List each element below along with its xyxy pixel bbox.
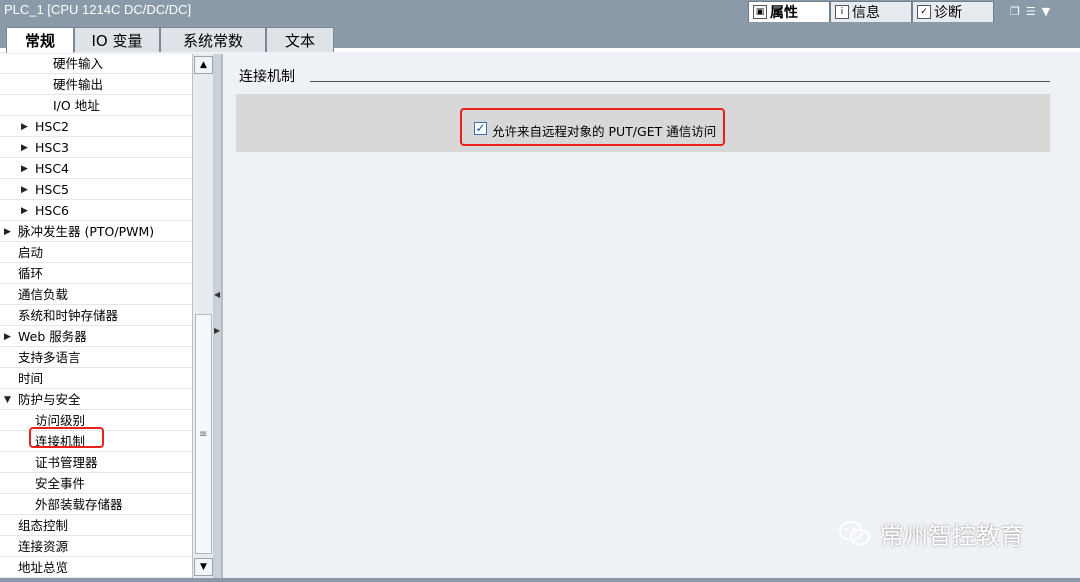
title-bar: PLC_1 [CPU 1214C DC/DC/DC] ▣ 属性 i 信息 ✓ 诊… [0,0,1080,22]
tree-item-configuration-control[interactable]: 组态控制 [0,516,192,536]
window-controls: ❐ ☰ ▼ [1010,3,1074,19]
tree-item-label: HSC6 [35,203,70,218]
tab-io-tags-label: IO 变量 [91,31,143,50]
tree-item-hsc5[interactable]: ▶ HSC5 [0,180,192,200]
tree-item-hsc6[interactable]: ▶ HSC6 [0,201,192,221]
tab-properties-label: 属性 [770,5,798,21]
tree-item-label: 连接资源 [18,539,69,554]
tree-item-time[interactable]: 时间 [0,369,192,389]
restore-icon[interactable]: ❐ [1010,5,1020,18]
tree-scrollbar[interactable]: ▲ ≡ ▼ [192,54,213,578]
tree-item-label: HSC4 [35,161,70,176]
tree-item-io-address[interactable]: I/O 地址 [0,96,192,116]
tab-bar: 常规 IO 变量 系统常数 文本 [0,22,1080,53]
tab-info-label: 信息 [852,5,880,21]
tab-system-constants-label: 系统常数 [182,31,243,50]
tree-item-hsc4[interactable]: ▶ HSC4 [0,159,192,179]
properties-content: 连接机制 ✓ 允许来自远程对象的 PUT/GET 通信访问 [221,54,1080,582]
navigation-tree: 硬件输入 硬件输出 I/O 地址 ▶ HSC2 ▶ HSC3 ▶ HSC4 ▶ HSC5… [0,54,192,578]
tree-item-cycle[interactable]: 循环 [0,264,192,284]
tab-properties[interactable]: ▣ 属性 [748,1,830,22]
tree-item-certificate-manager[interactable]: 证书管理器 [0,453,192,473]
tree-item-label: 系统和时钟存储器 [18,308,119,323]
tree-item-label: 时间 [18,371,44,386]
tree-item-multilingual[interactable]: 支持多语言 [0,348,192,368]
tree-item-label: 支持多语言 [18,350,81,365]
tree-item-hsc2[interactable]: ▶ HSC2 [0,117,192,137]
window-title: PLC_1 [CPU 1214C DC/DC/DC] [4,2,192,17]
tree-item-label: 证书管理器 [35,455,98,470]
tree-item-startup[interactable]: 启动 [0,243,192,263]
tree-item-label: 脉冲发生器 (PTO/PWM) [18,224,155,239]
tree-item-hsc3[interactable]: ▶ HSC3 [0,138,192,158]
expand-arrow-icon[interactable]: ▶ [4,222,11,242]
tree-item-label: 防护与安全 [18,392,81,407]
menu-icon[interactable]: ☰ [1026,5,1036,18]
tree-item-security-event[interactable]: 安全事件 [0,474,192,494]
tree-item-label: 组态控制 [18,518,69,533]
tree-item-label: HSC2 [35,119,70,134]
tree-item-hardware-input[interactable]: 硬件输入 [0,54,192,74]
tab-texts-label: 文本 [284,31,315,50]
tree-item-system-clock-memory[interactable]: 系统和时钟存储器 [0,306,192,326]
tab-texts[interactable]: 文本 [266,27,334,52]
expand-arrow-icon[interactable]: ▶ [21,159,28,179]
tree-item-label: 安全事件 [35,476,86,491]
watermark: 常州智控教育 [838,516,1024,551]
tree-item-label: Web 服务器 [18,329,87,344]
scroll-thumb[interactable]: ≡ [195,314,212,554]
tree-item-external-load-memory[interactable]: 外部装载存储器 [0,495,192,515]
tree-item-communication-load[interactable]: 通信负载 [0,285,192,305]
bottom-border [0,578,1080,582]
tree-item-hardware-output[interactable]: 硬件输出 [0,75,192,95]
section-title: 连接机制 [239,69,295,85]
tree-item-label: 外部装载存储器 [35,497,123,512]
scroll-down-icon[interactable]: ▼ [194,558,213,576]
tree-item-label: 地址总览 [18,560,69,575]
scroll-up-icon[interactable]: ▲ [194,56,213,74]
tree-item-label: HSC5 [35,182,70,197]
tab-general-label: 常规 [24,32,55,50]
put-get-checkbox-label[interactable]: 允许来自远程对象的 PUT/GET 通信访问 [492,121,716,140]
highlight-box-checkbox: ✓ 允许来自远程对象的 PUT/GET 通信访问 [460,108,725,146]
expand-right-icon[interactable]: ▶ [214,326,220,340]
tree-item-pulse-generators[interactable]: ▶ 脉冲发生器 (PTO/PWM) [0,222,192,242]
tab-general[interactable]: 常规 [6,27,74,53]
collapse-left-icon[interactable]: ◀ [214,290,220,304]
tree-item-web-server[interactable]: ▶ Web 服务器 [0,327,192,347]
settings-group: ✓ 允许来自远程对象的 PUT/GET 通信访问 [236,94,1050,152]
watermark-text: 常州智控教育 [880,522,1024,550]
dropdown-icon[interactable]: ▼ [1042,5,1050,18]
tab-io-tags[interactable]: IO 变量 [74,27,160,52]
tree-item-label: 通信负载 [18,287,69,302]
properties-icon: ▣ [753,5,767,19]
wechat-icon [839,520,870,545]
collapse-arrow-icon[interactable]: ▼ [4,390,11,410]
tree-item-label: I/O 地址 [53,98,100,113]
info-icon: i [835,5,849,19]
tab-system-constants[interactable]: 系统常数 [160,27,266,52]
panel-splitter[interactable]: ◀ ▶ [213,54,221,578]
tree-item-connection-resources[interactable]: 连接资源 [0,537,192,557]
tree-item-address-overview[interactable]: 地址总览 [0,558,192,578]
expand-arrow-icon[interactable]: ▶ [21,180,28,200]
tree-item-label: 启动 [18,245,44,260]
expand-arrow-icon[interactable]: ▶ [21,138,28,158]
tree-item-label: 硬件输出 [53,77,104,92]
tree-item-protection-security[interactable]: ▼ 防护与安全 [0,390,192,410]
expand-arrow-icon[interactable]: ▶ [21,117,28,137]
expand-arrow-icon[interactable]: ▶ [21,201,28,221]
tree-item-label: 硬件输入 [53,56,104,71]
tree-item-label: 循环 [18,266,44,281]
tab-diagnostics-label: 诊断 [934,5,962,21]
section-divider [310,81,1050,82]
grip-icon: ≡ [199,429,208,440]
expand-arrow-icon[interactable]: ▶ [4,327,11,347]
diagnostics-icon: ✓ [917,5,931,19]
tree-item-label: HSC3 [35,140,70,155]
put-get-checkbox[interactable]: ✓ [474,122,487,135]
highlight-box-tree [29,427,104,448]
tab-info[interactable]: i 信息 [830,1,912,22]
tab-diagnostics[interactable]: ✓ 诊断 [912,1,994,22]
